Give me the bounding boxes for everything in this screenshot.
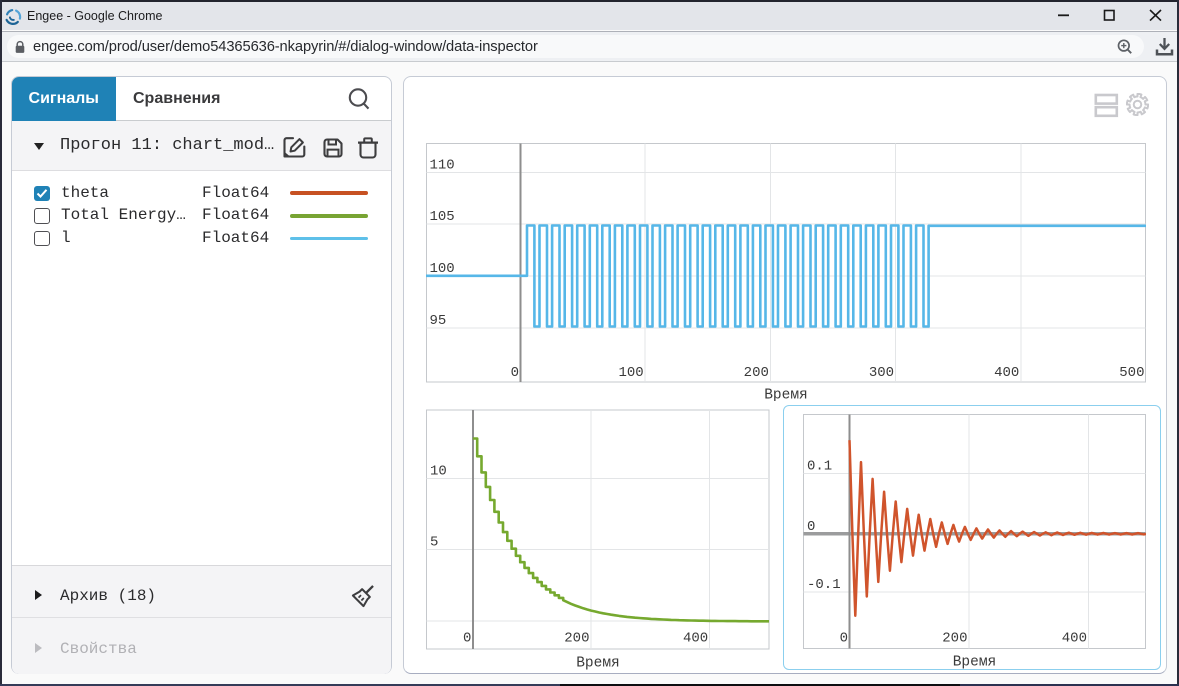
svg-text:-0.1: -0.1 xyxy=(807,577,841,593)
svg-text:5: 5 xyxy=(430,535,438,551)
svg-text:110: 110 xyxy=(430,158,455,174)
svg-text:400: 400 xyxy=(1062,631,1087,647)
svg-text:0: 0 xyxy=(807,519,815,535)
svg-text:10: 10 xyxy=(430,463,447,479)
svg-text:200: 200 xyxy=(942,631,967,647)
svg-text:100: 100 xyxy=(430,261,455,277)
svg-text:Время: Время xyxy=(764,388,808,402)
svg-text:500: 500 xyxy=(1119,365,1144,381)
svg-text:200: 200 xyxy=(564,631,589,647)
svg-text:Время: Время xyxy=(953,655,997,671)
svg-text:105: 105 xyxy=(430,209,455,225)
svg-text:400: 400 xyxy=(994,365,1019,381)
svg-text:200: 200 xyxy=(744,365,769,381)
svg-text:95: 95 xyxy=(430,313,447,329)
svg-text:300: 300 xyxy=(869,365,894,381)
svg-text:0: 0 xyxy=(463,631,471,647)
svg-text:400: 400 xyxy=(683,631,708,647)
svg-text:0: 0 xyxy=(511,365,519,381)
svg-text:Время: Время xyxy=(576,656,620,671)
svg-text:0: 0 xyxy=(840,631,848,647)
svg-text:0.1: 0.1 xyxy=(807,459,832,475)
svg-text:100: 100 xyxy=(618,365,643,381)
